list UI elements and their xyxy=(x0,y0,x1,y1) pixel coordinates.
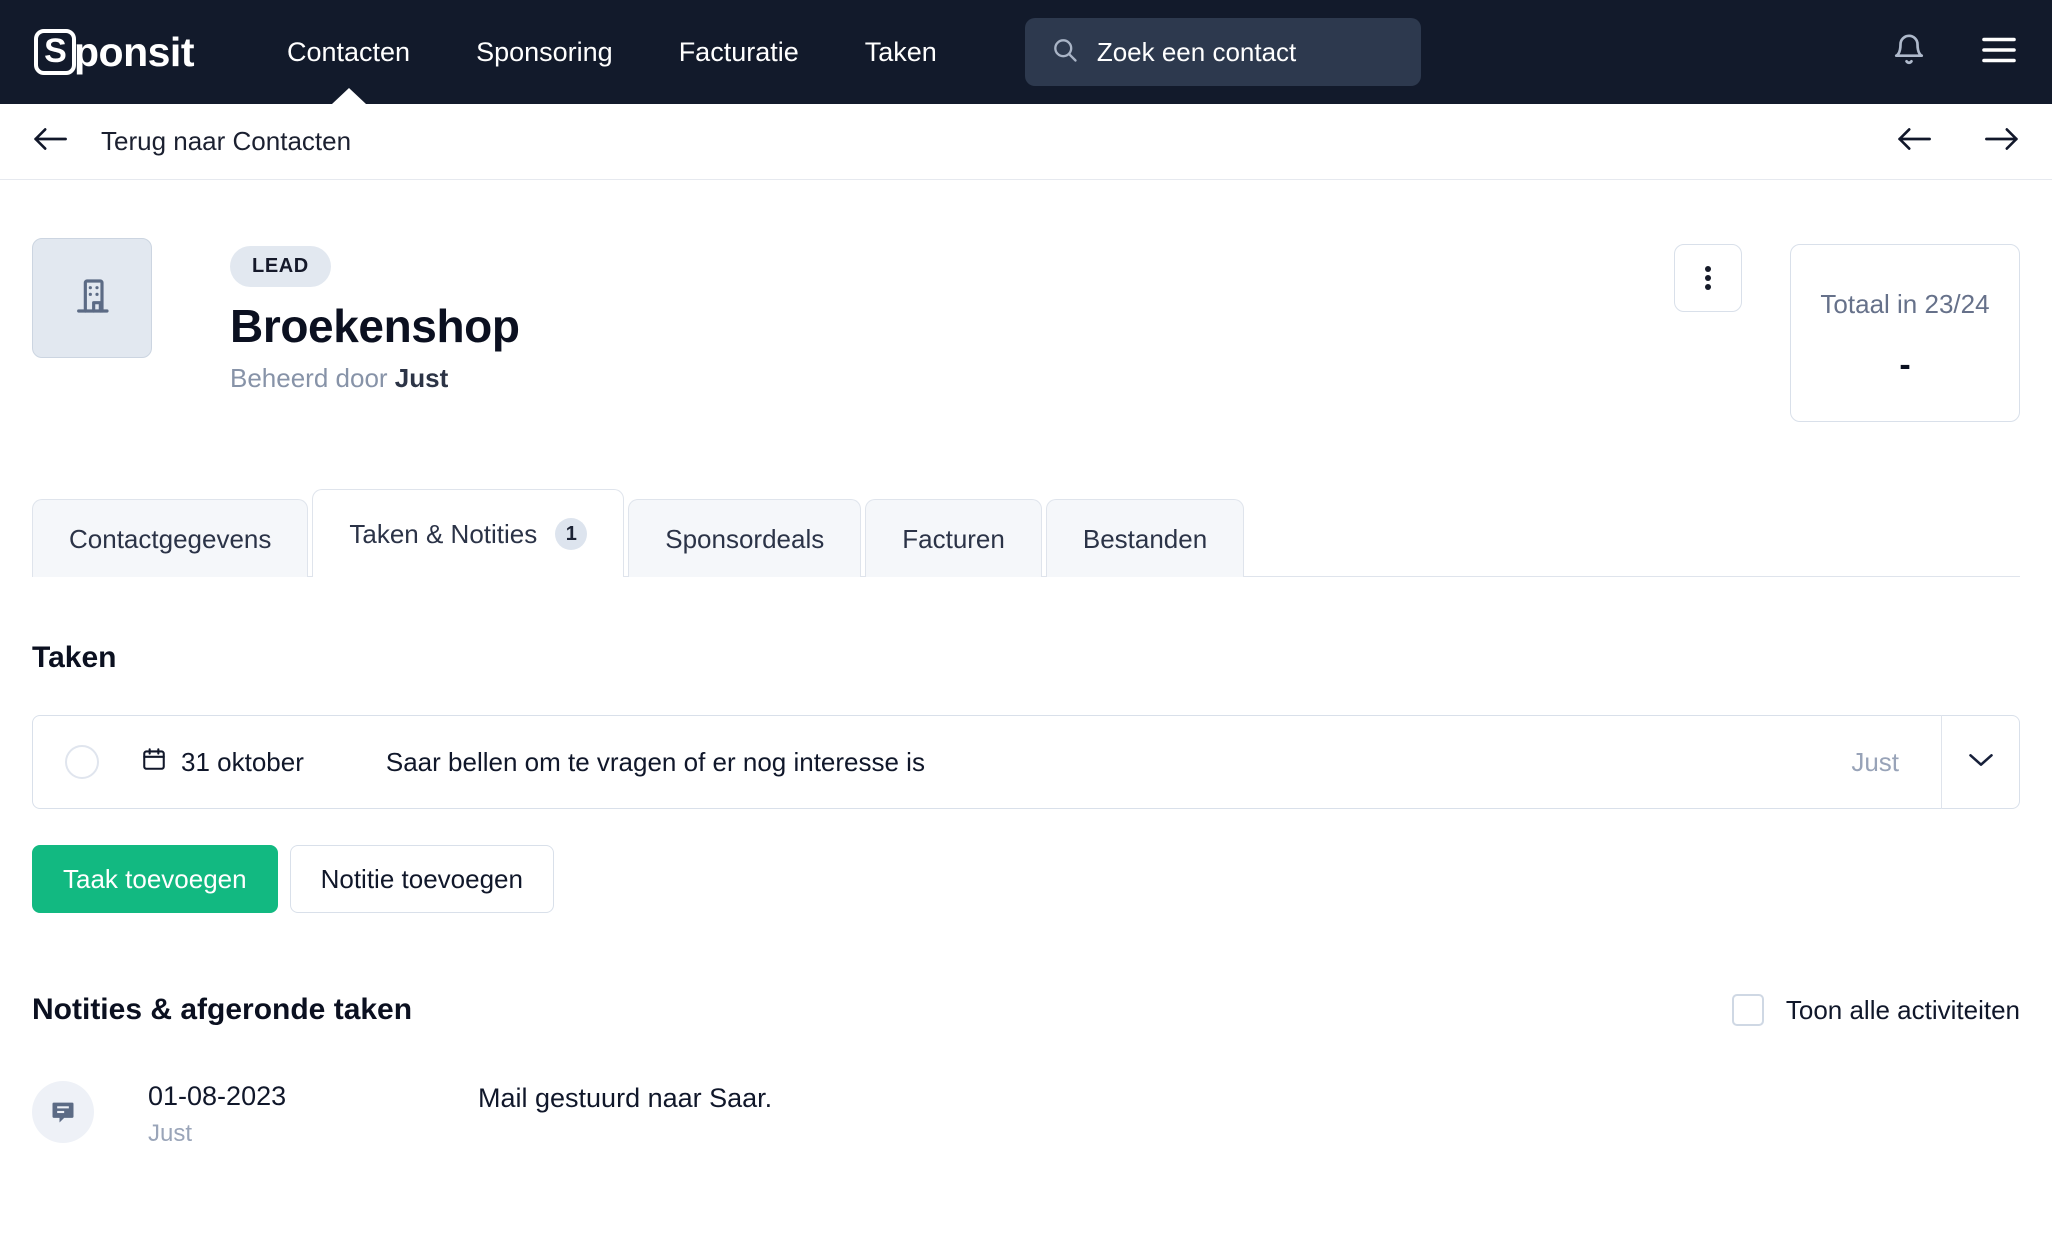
tab-label: Facturen xyxy=(902,524,1005,554)
tab-contactgegevens[interactable]: Contactgegevens xyxy=(32,499,309,577)
nav-item-label: Sponsoring xyxy=(476,36,613,67)
list-item: 01-08-2023 Just Mail gestuurd naar Saar. xyxy=(32,1081,2020,1148)
add-task-button[interactable]: Taak toevoegen xyxy=(32,845,278,913)
nav-item-label: Taken xyxy=(864,36,937,67)
logo-wordmark: ponsit xyxy=(74,28,194,75)
back-label: Terug naar Contacten xyxy=(101,126,352,156)
show-all-activities-label: Toon alle activiteiten xyxy=(1785,994,2020,1025)
contact-search-box[interactable] xyxy=(1024,18,1421,86)
task-actions: Taak toevoegen Notitie toevoegen xyxy=(32,845,2020,913)
show-all-activities-checkbox[interactable] xyxy=(1731,994,1764,1026)
nav-item-facturatie[interactable]: Facturatie xyxy=(646,0,832,104)
tab-label: Sponsordeals xyxy=(665,524,825,554)
show-all-activities-toggle[interactable]: Toon alle activiteiten xyxy=(1731,994,2020,1026)
managed-by-label: Beheerd door Just xyxy=(230,363,520,394)
notifications-button[interactable] xyxy=(1892,33,1926,72)
tasks-section-title: Taken xyxy=(32,641,117,674)
nav-item-label: Contacten xyxy=(286,36,411,67)
breadcrumb-back-bar: Terug naar Contacten xyxy=(0,104,2052,180)
logo-mark-icon: S xyxy=(34,29,76,75)
managed-by-prefix: Beheerd door xyxy=(230,363,388,393)
more-actions-button[interactable] xyxy=(1674,244,1742,312)
page-title: Broekenshop xyxy=(230,300,520,352)
chevron-down-icon xyxy=(1967,750,1995,775)
nav-item-contacten[interactable]: Contacten xyxy=(254,0,443,104)
note-author: Just xyxy=(148,1120,193,1147)
task-title: Saar bellen om te vragen of er nog inter… xyxy=(385,746,925,777)
tab-count-badge: 1 xyxy=(555,518,588,550)
tab-label: Contactgegevens xyxy=(69,524,272,554)
record-pagination xyxy=(1896,126,2020,157)
tab-taken-notities[interactable]: Taken & Notities 1 xyxy=(312,489,625,577)
logo-mark-letter: S xyxy=(44,32,67,70)
search-icon xyxy=(1051,36,1079,69)
add-note-button[interactable]: Notitie toevoegen xyxy=(289,845,554,913)
search-input[interactable] xyxy=(1096,36,1395,68)
avatar xyxy=(32,238,152,358)
top-navigation-bar: S ponsit Contacten Sponsoring Facturatie… xyxy=(0,0,2052,104)
more-vertical-icon xyxy=(1705,263,1711,293)
arrow-right-icon xyxy=(1984,126,2020,157)
task-owner: Just xyxy=(1851,746,1899,777)
task-complete-checkbox[interactable] xyxy=(65,745,99,779)
primary-nav-links: Contacten Sponsoring Facturatie Taken xyxy=(254,0,970,104)
note-text: Mail gestuurd naar Saar. xyxy=(478,1083,773,1113)
tab-label: Taken & Notities xyxy=(349,518,538,549)
arrow-left-icon xyxy=(32,126,68,157)
building-icon xyxy=(72,276,112,321)
previous-record-button[interactable] xyxy=(1896,126,1932,157)
total-card-label: Totaal in 23/24 xyxy=(1820,289,1990,319)
nav-right-actions xyxy=(1892,33,2018,72)
entity-header: LEAD Broekenshop Beheerd door Just Totaa… xyxy=(32,180,2020,422)
tab-facturen[interactable]: Facturen xyxy=(865,499,1042,577)
task-due-date: 31 oktober xyxy=(141,746,304,779)
tab-sponsordeals[interactable]: Sponsordeals xyxy=(628,499,862,577)
total-summary-card: Totaal in 23/24 - xyxy=(1790,244,2020,422)
managed-by-value: Just xyxy=(394,363,449,393)
table-row[interactable]: 31 oktober Saar bellen om te vragen of e… xyxy=(32,715,2020,809)
nav-item-sponsoring[interactable]: Sponsoring xyxy=(443,0,646,104)
nav-item-taken[interactable]: Taken xyxy=(832,0,970,104)
bell-icon xyxy=(1892,33,1926,72)
active-nav-caret-icon xyxy=(331,88,366,104)
next-record-button[interactable] xyxy=(1984,126,2020,157)
back-to-contacts-link[interactable]: Terug naar Contacten xyxy=(32,126,351,157)
notes-section-title: Notities & afgeronde taken xyxy=(32,993,413,1026)
calendar-icon xyxy=(141,746,181,779)
note-comment-icon xyxy=(32,1081,94,1143)
note-date: 01-08-2023 xyxy=(148,1081,287,1111)
task-expand-button[interactable] xyxy=(1941,715,2019,809)
app-logo[interactable]: S ponsit xyxy=(34,0,194,104)
status-badge: LEAD xyxy=(230,246,331,287)
hamburger-menu-button[interactable] xyxy=(1980,35,2018,70)
total-card-value: - xyxy=(1899,346,1911,384)
entity-tabs: Contactgegevens Taken & Notities 1 Spons… xyxy=(32,488,2020,577)
task-date-label: 31 oktober xyxy=(181,746,304,777)
arrow-left-icon xyxy=(1896,126,1932,157)
hamburger-menu-icon xyxy=(1980,35,2018,70)
tab-label: Bestanden xyxy=(1082,524,1208,554)
notes-section-header: Notities & afgeronde taken Toon alle act… xyxy=(32,993,2020,1027)
nav-item-label: Facturatie xyxy=(678,36,799,67)
tab-bestanden[interactable]: Bestanden xyxy=(1045,499,1245,577)
